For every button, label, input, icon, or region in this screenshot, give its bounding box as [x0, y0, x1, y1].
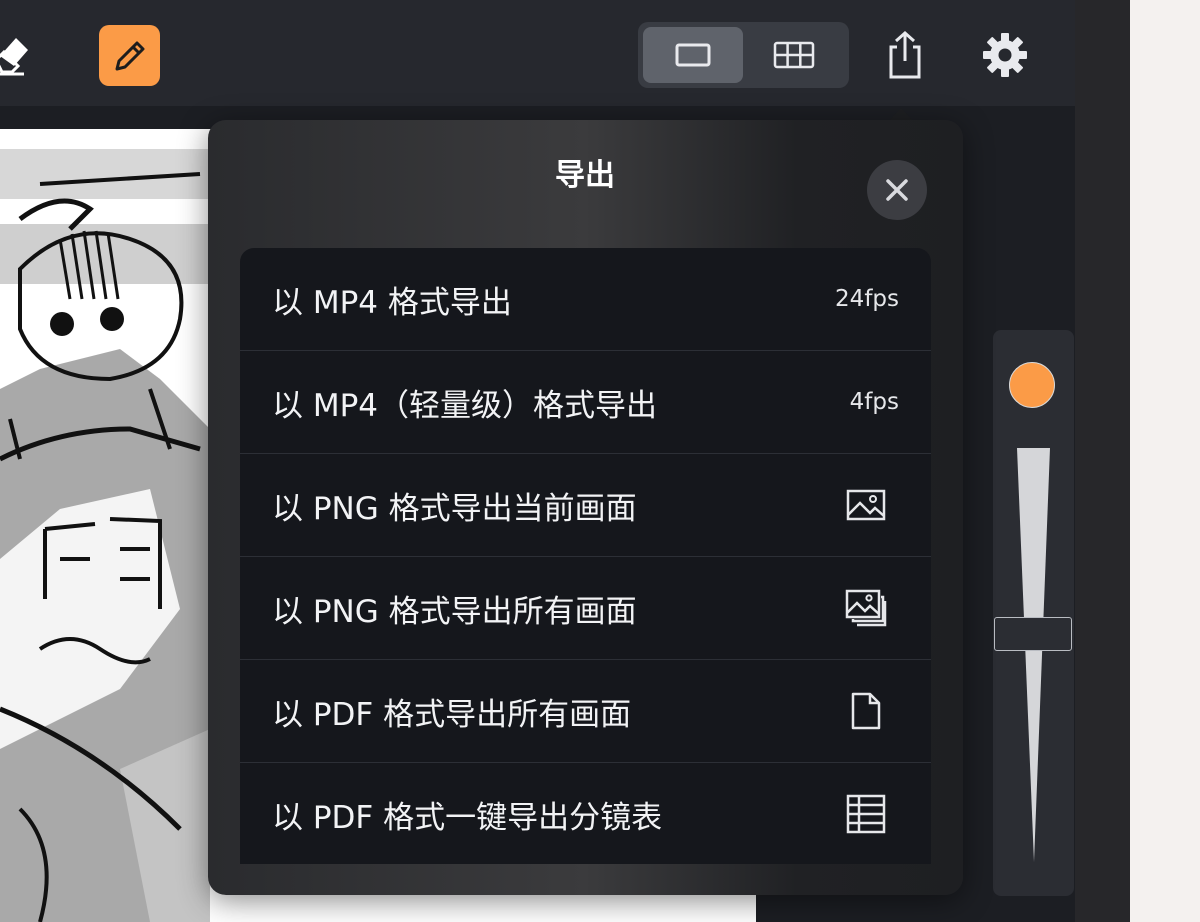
size-slider-track[interactable]: [993, 330, 1074, 896]
export-pdf-storyboard-item[interactable]: 以 PDF 格式一键导出分镜表: [240, 763, 931, 864]
view-mode-segmented-control: [638, 22, 849, 88]
images-stack-icon: [845, 587, 887, 629]
close-icon: [886, 179, 908, 201]
single-view-button[interactable]: [643, 27, 743, 83]
window-edge: [1075, 0, 1130, 922]
menu-item-label: 以 PNG 格式导出所有画面: [272, 593, 637, 630]
export-options-list: 以 MP4 格式导出 24fps 以 MP4（轻量级）格式导出 4fps 以 P…: [240, 248, 931, 864]
menu-item-label: 以 PDF 格式一键导出分镜表: [272, 799, 663, 836]
menu-item-label: 以 PNG 格式导出当前画面: [272, 490, 637, 527]
menu-item-detail: 4fps: [849, 389, 899, 415]
gear-icon[interactable]: [980, 30, 1030, 80]
menu-item-detail: 24fps: [835, 286, 899, 312]
table-icon: [845, 793, 887, 835]
export-mp4-lite-item[interactable]: 以 MP4（轻量级）格式导出 4fps: [240, 351, 931, 454]
document-icon: [845, 690, 887, 732]
popover-title: 导出: [555, 158, 615, 193]
menu-item-label: 以 MP4（轻量级）格式导出: [272, 387, 658, 424]
image-icon: [845, 484, 887, 526]
export-png-current-item[interactable]: 以 PNG 格式导出当前画面: [240, 454, 931, 557]
brush-size-panel: [993, 330, 1074, 896]
grid-view-icon: [773, 41, 815, 69]
size-slider-thumb[interactable]: [994, 617, 1072, 651]
top-toolbar: [0, 0, 1075, 106]
export-png-all-item[interactable]: 以 PNG 格式导出所有画面: [240, 557, 931, 660]
close-button[interactable]: [867, 160, 927, 220]
pencil-tool-button[interactable]: [99, 25, 160, 86]
export-mp4-item[interactable]: 以 MP4 格式导出 24fps: [240, 248, 931, 351]
eraser-icon[interactable]: [0, 28, 36, 80]
menu-item-label: 以 PDF 格式导出所有画面: [272, 696, 632, 733]
grid-view-button[interactable]: [744, 27, 844, 83]
menu-item-label: 以 MP4 格式导出: [272, 284, 512, 321]
share-icon[interactable]: [880, 28, 930, 82]
single-frame-icon: [675, 43, 711, 67]
pencil-icon: [115, 41, 144, 70]
export-pdf-all-item[interactable]: 以 PDF 格式导出所有画面: [240, 660, 931, 763]
